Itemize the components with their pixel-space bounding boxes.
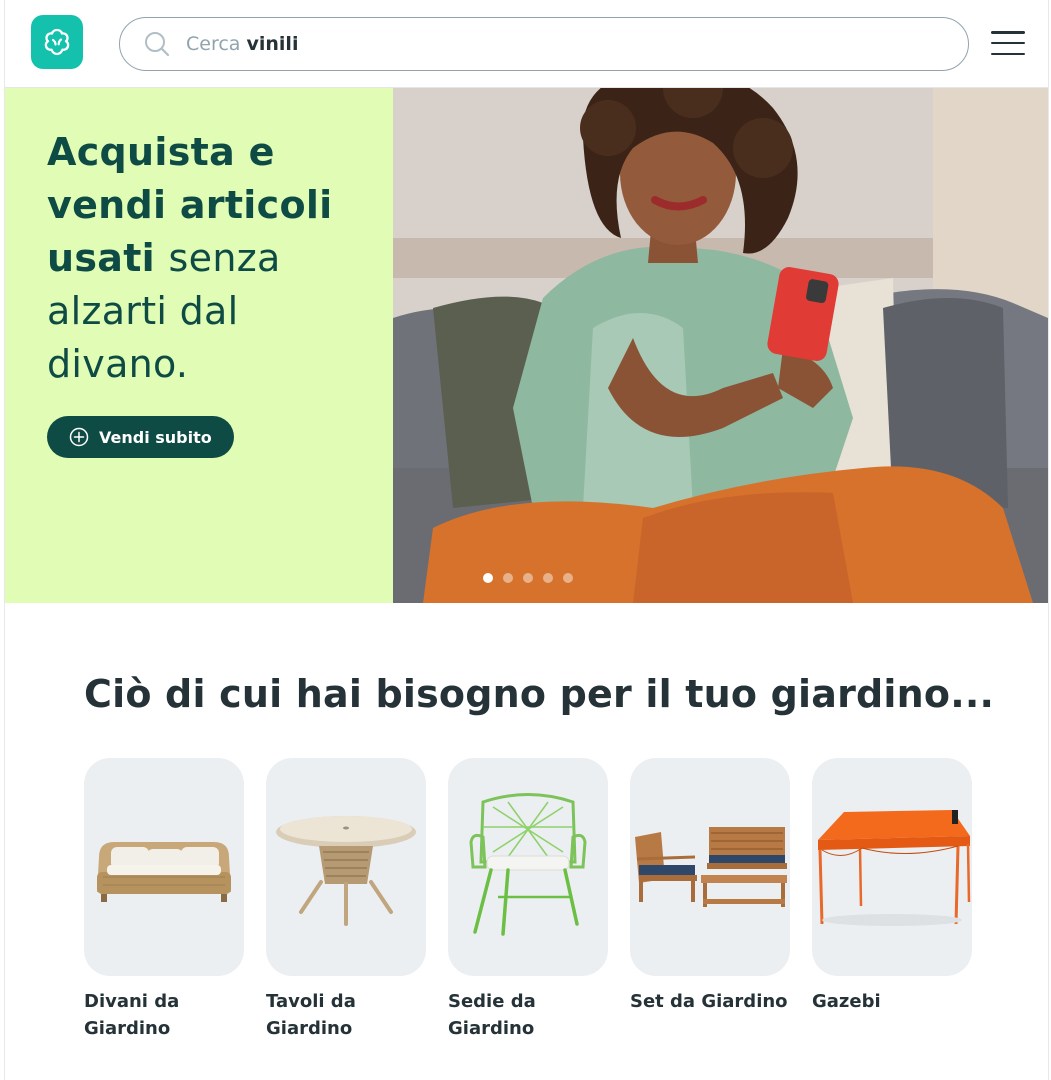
hero-title: Acquista e vendi articoli usati senza al… [47,126,377,391]
gazebo-image [812,758,972,976]
menu-line [991,41,1025,45]
category-gazebos[interactable]: Gazebi [812,758,972,1042]
garden-table-image [266,758,426,976]
search-input[interactable]: Cerca vinili [119,17,969,71]
hero-photo-woman-phone-sofa [393,88,1048,603]
garden-chair-image [448,758,608,976]
search-placeholder: Cerca vinili [186,33,298,55]
menu-line [991,31,1025,34]
category-label: Set da Giardino [630,991,788,1012]
hero-text-panel: Acquista e vendi articoli usati senza al… [5,88,393,603]
sell-now-button[interactable]: Vendi subito [47,416,234,458]
logo-glyph-icon [44,28,70,56]
plus-circle-icon [69,427,89,447]
garden-sofa-image [84,758,244,976]
carousel-dot[interactable] [563,573,573,583]
garden-set-image [630,758,790,976]
hero-banner: Acquista e vendi articoli usati senza al… [5,88,1048,603]
category-garden-chairs[interactable]: Sedie da Giardino [448,758,608,1042]
hamburger-menu-icon[interactable] [991,28,1025,58]
wallapop-logo-icon[interactable] [31,15,83,69]
carousel-dot[interactable] [483,573,493,583]
category-label: Sedie da Giardino [448,991,536,1039]
category-list: Divani da Giardino Tavoli da Giardino Se… [84,758,972,1042]
category-garden-tables[interactable]: Tavoli da Giardino [266,758,426,1042]
carousel-indicator [483,573,573,583]
category-label: Gazebi [812,991,881,1012]
category-garden-sets[interactable]: Set da Giardino [630,758,790,1042]
category-label: Divani da Giardino [84,991,180,1039]
search-icon [142,29,172,59]
hero-photo-illustration [393,88,1048,603]
search-placeholder-term: vinili [246,33,299,55]
carousel-dot[interactable] [543,573,553,583]
carousel-dot[interactable] [523,573,533,583]
category-garden-sofas[interactable]: Divani da Giardino [84,758,244,1042]
category-label: Tavoli da Giardino [266,991,356,1039]
search-placeholder-prefix: Cerca [186,33,241,55]
section-title: Ciò di cui hai bisogno per il tuo giardi… [84,672,995,716]
top-header: Cerca vinili [5,0,1048,88]
carousel-dot[interactable] [503,573,513,583]
menu-line [991,52,1025,55]
sell-now-label: Vendi subito [99,427,212,447]
